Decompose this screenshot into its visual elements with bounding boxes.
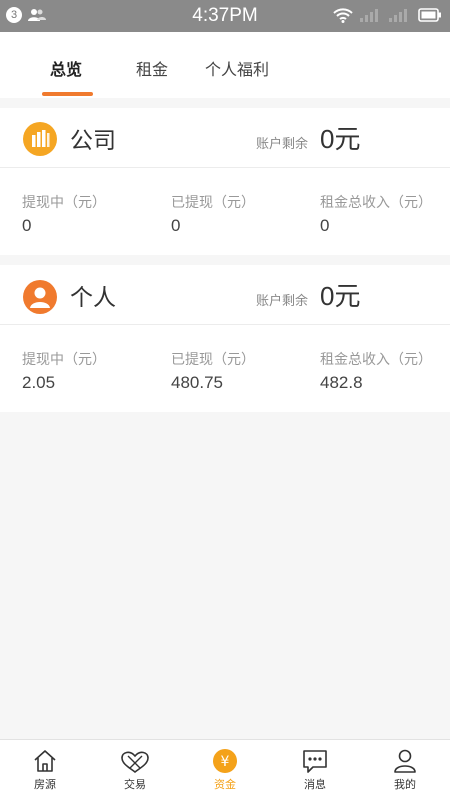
nav-item-funds[interactable]: ¥ 资金 xyxy=(180,748,270,792)
nav-item-listings[interactable]: 房源 xyxy=(0,748,90,792)
stat-label: 提现中（元） xyxy=(22,352,106,368)
stat-value: 0 xyxy=(22,216,32,235)
personal-stat-withdrawing: 提现中（元） 2.05 xyxy=(22,349,106,393)
stat-value: 0 xyxy=(171,216,181,235)
person-icon xyxy=(394,749,416,773)
signal-icon-2 xyxy=(389,9,407,22)
top-tab-bar: 总览 租金 个人福利 xyxy=(0,32,450,98)
stat-value: 0 xyxy=(320,216,330,235)
company-building-icon xyxy=(23,122,57,156)
tab-personal-welfare[interactable]: 个人福利 xyxy=(205,56,269,80)
company-stat-total-rent-income: 租金总收入（元） 0 xyxy=(320,192,432,236)
stat-label: 已提现（元） xyxy=(171,195,255,211)
nav-label: 房源 xyxy=(34,778,56,791)
nav-label: 交易 xyxy=(124,778,146,791)
tab-rent[interactable]: 租金 xyxy=(136,56,168,80)
personal-balance-value: 0元 xyxy=(320,281,361,311)
nav-label: 我的 xyxy=(394,778,416,791)
company-stat-withdrawn: 已提现（元） 0 xyxy=(171,192,255,236)
company-balance-label: 账户剩余 xyxy=(256,137,309,152)
wifi-icon xyxy=(333,8,353,23)
nav-item-messages[interactable]: 消息 xyxy=(270,748,360,792)
tab-overview[interactable]: 总览 xyxy=(50,56,82,80)
house-icon xyxy=(34,750,56,772)
stat-label: 租金总收入（元） xyxy=(320,195,432,211)
company-stat-withdrawing: 提现中（元） 0 xyxy=(22,192,106,236)
stat-label: 已提现（元） xyxy=(171,352,255,368)
handshake-icon xyxy=(121,751,149,774)
company-card-header: 公司 账户剩余 0元 xyxy=(0,108,450,168)
svg-text:¥: ¥ xyxy=(221,754,230,770)
personal-stat-total-rent-income: 租金总收入（元） 482.8 xyxy=(320,349,432,393)
nav-label: 资金 xyxy=(214,778,236,791)
personal-card-header: 个人 账户剩余 0元 xyxy=(0,265,450,325)
personal-card-title: 个人 xyxy=(70,285,116,311)
personal-stat-withdrawn: 已提现（元） 480.75 xyxy=(171,349,255,393)
stat-value: 2.05 xyxy=(22,373,56,392)
bottom-navigation: 房源 交易 ¥ 资金 消息 我的 xyxy=(0,739,450,800)
battery-icon xyxy=(418,8,441,22)
status-bar: 3 4:37PM xyxy=(0,0,450,32)
active-tab-indicator xyxy=(42,92,93,96)
stat-label: 租金总收入（元） xyxy=(320,352,432,368)
nav-item-transactions[interactable]: 交易 xyxy=(90,748,180,792)
stat-value: 480.75 xyxy=(171,373,223,392)
personal-balance-label: 账户剩余 xyxy=(256,294,309,309)
message-icon xyxy=(303,750,327,773)
yen-coin-icon: ¥ xyxy=(213,749,237,773)
nav-label: 消息 xyxy=(304,778,326,791)
company-balance-value: 0元 xyxy=(320,124,361,154)
personal-account-card: 个人 账户剩余 0元 提现中（元） 2.05 已提现（元） 480.75 租金总… xyxy=(0,265,450,412)
signal-icon xyxy=(360,9,378,22)
stat-label: 提现中（元） xyxy=(22,195,106,211)
company-card-title: 公司 xyxy=(70,128,116,154)
nav-item-profile[interactable]: 我的 xyxy=(360,748,450,792)
status-bar-right xyxy=(333,7,442,23)
stat-value: 482.8 xyxy=(320,373,363,392)
person-avatar-icon xyxy=(23,280,57,314)
company-account-card: 公司 账户剩余 0元 提现中（元） 0 已提现（元） 0 租金总收入（元） 0 xyxy=(0,108,450,255)
